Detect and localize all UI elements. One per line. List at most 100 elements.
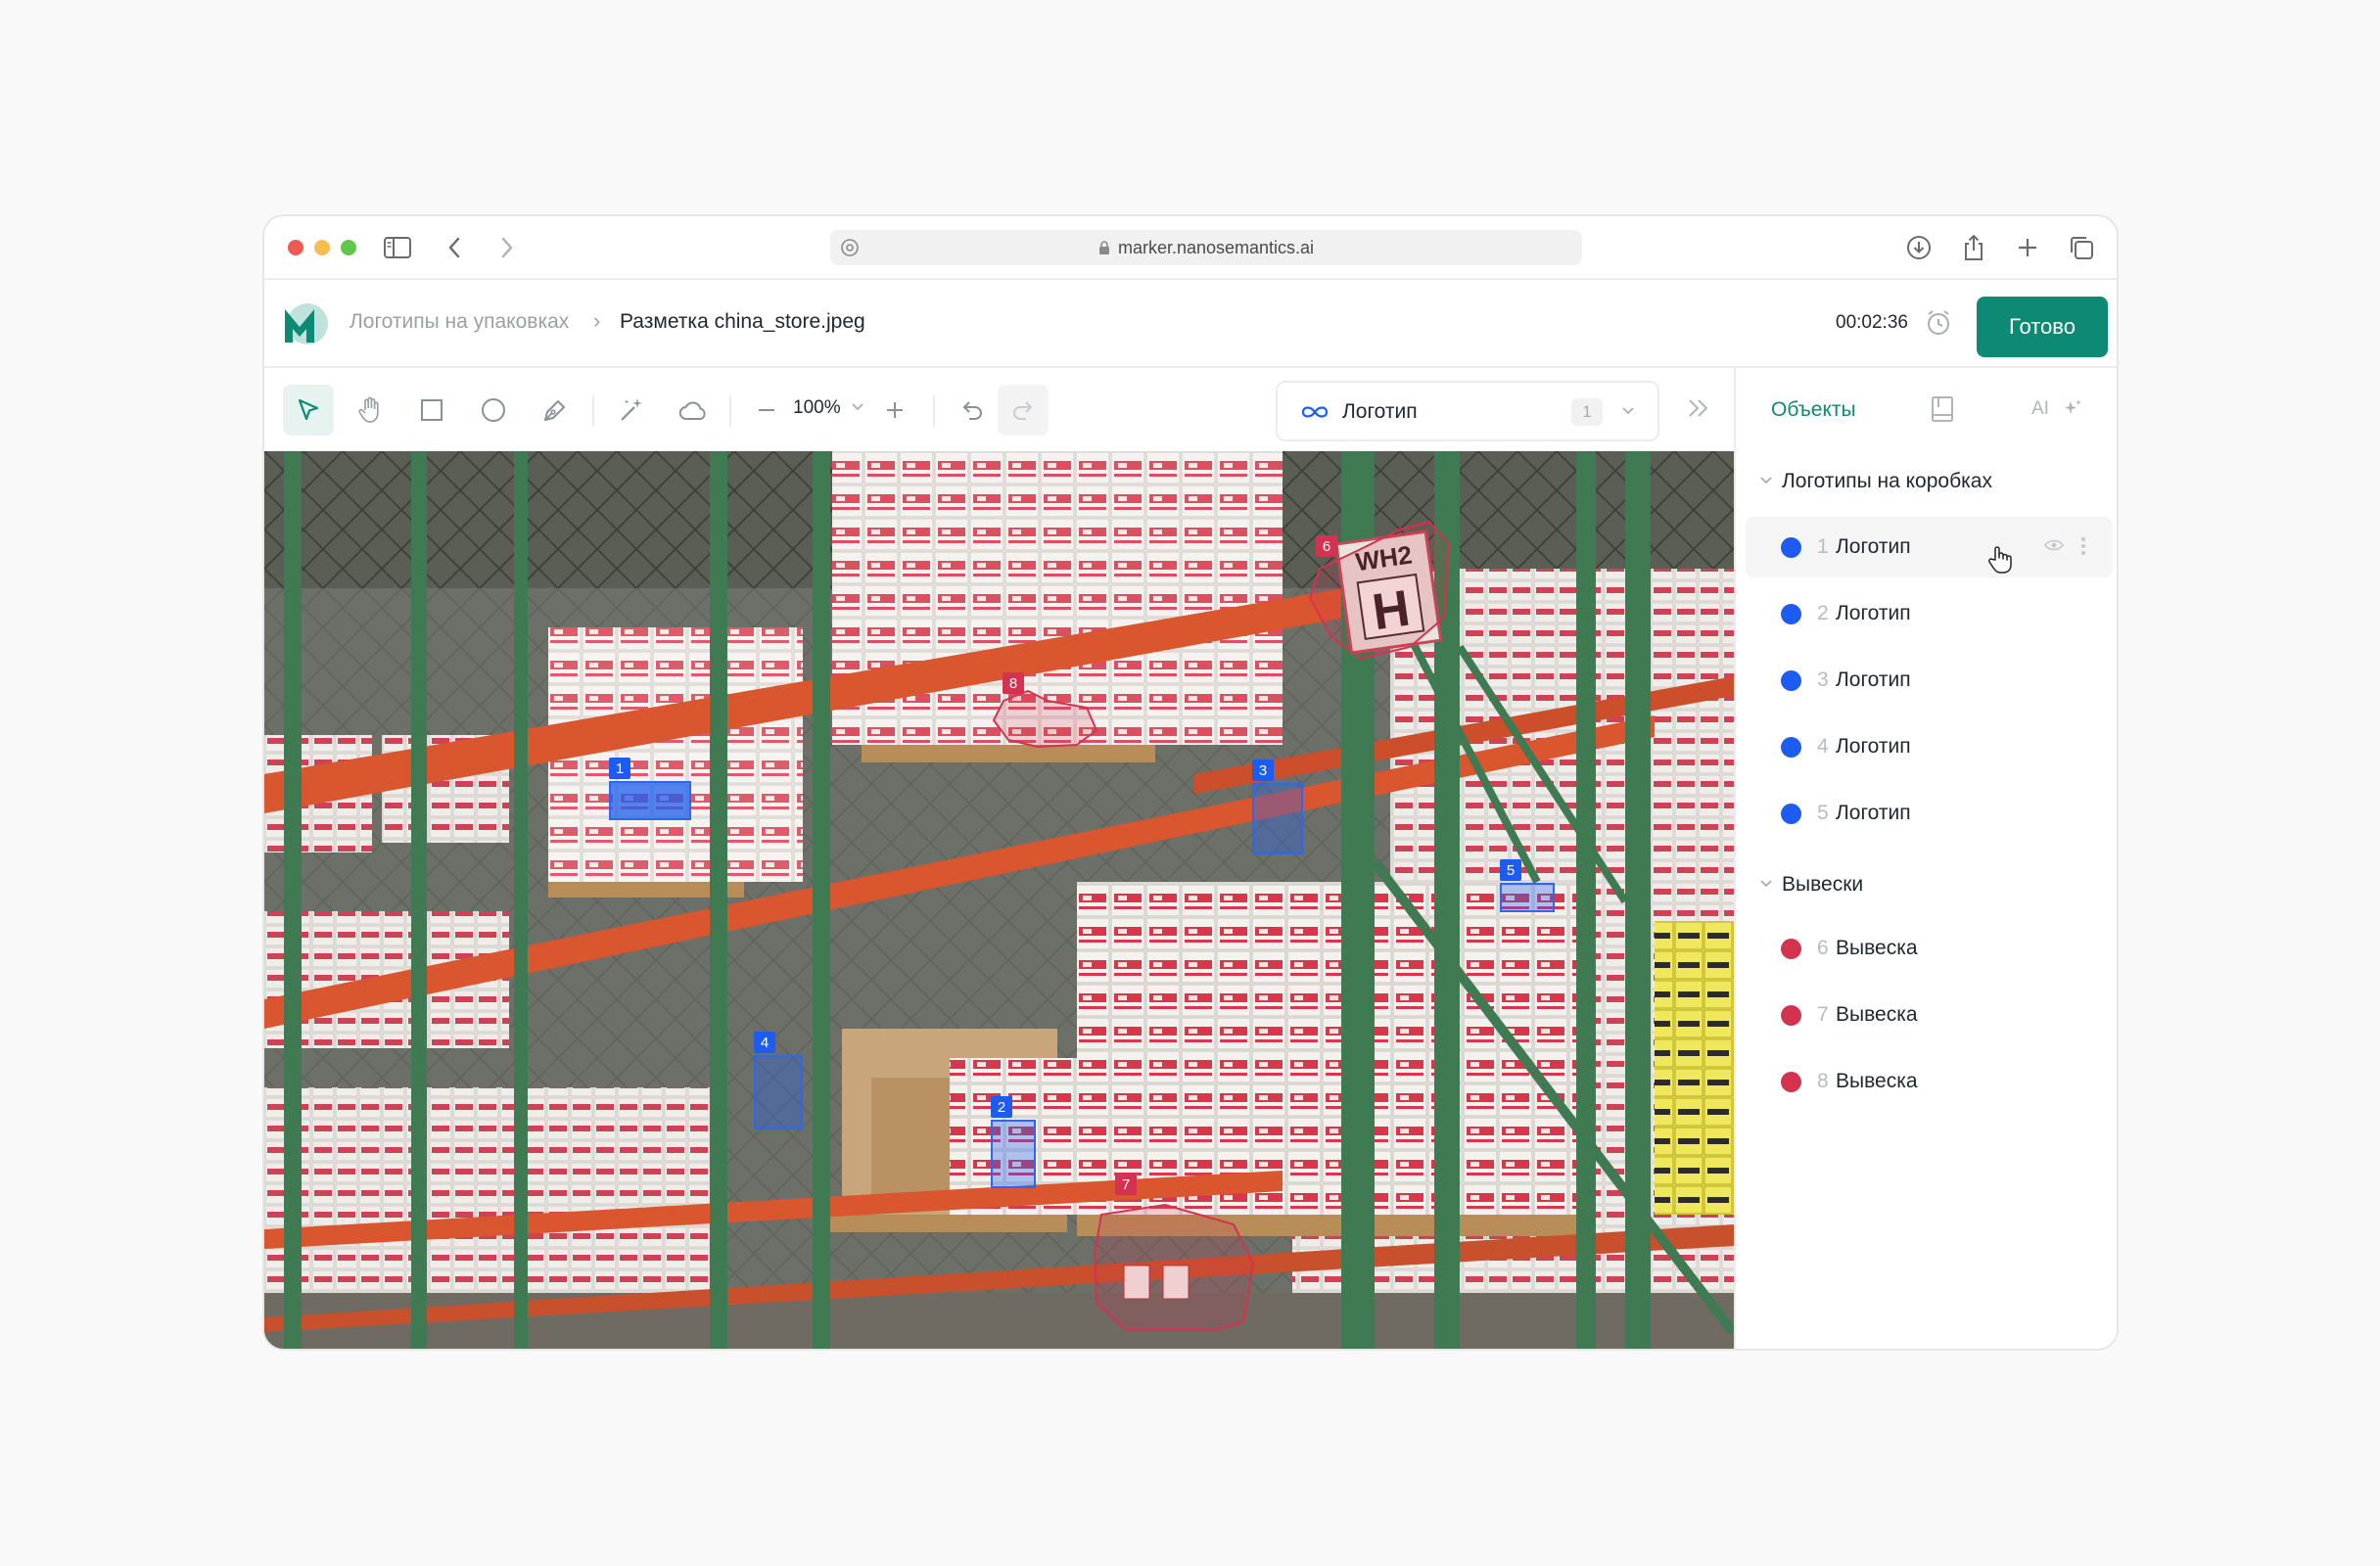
collapse-panel-icon[interactable] xyxy=(1686,395,1711,421)
object-item-4[interactable]: 4 Логотип xyxy=(1746,716,2113,777)
magic-wand-icon xyxy=(621,398,642,421)
url-text: marker.nanosemantics.ai xyxy=(1117,237,1315,257)
class-color-dot xyxy=(1781,1072,1801,1092)
class-color-dot xyxy=(1781,804,1801,824)
chevron-down-icon xyxy=(1760,880,1772,888)
toolbar-divider xyxy=(729,395,731,427)
redo-icon xyxy=(1013,401,1033,420)
class-selector-label: Логотип xyxy=(1342,400,1418,423)
eye-icon[interactable] xyxy=(2044,538,2064,552)
back-icon[interactable] xyxy=(439,232,470,263)
browser-toolbar: marker.nanosemantics.ai xyxy=(264,216,2117,280)
object-name: Вывеска xyxy=(1836,1070,1918,1092)
image-canvas[interactable]: WH2 H 1 2 3 4 5 6 7 8 xyxy=(264,451,1734,1349)
object-number: 8 xyxy=(1817,1070,1829,1092)
class-selector-count: 1 xyxy=(1571,398,1603,426)
annotation-toolbar: 100% Логотип 1 xyxy=(264,368,1734,451)
pen-tool-button[interactable] xyxy=(530,385,581,436)
object-name: Логотип xyxy=(1836,802,1911,824)
annotation-box-2[interactable] xyxy=(991,1120,1036,1188)
annotation-box-1[interactable] xyxy=(609,781,691,820)
objects-panel: Объекты AI Логотипы на коробках 1 Логоти… xyxy=(1734,368,2117,1349)
close-window-button[interactable] xyxy=(288,240,303,255)
group-logos[interactable]: Логотипы на коробках xyxy=(1736,462,2117,501)
tab-ai[interactable]: AI xyxy=(2031,398,2049,420)
forward-icon[interactable] xyxy=(491,232,523,263)
object-item-7[interactable]: 7 Вывеска xyxy=(1746,985,2113,1045)
mouse-pointer-icon xyxy=(1988,546,2012,574)
object-name: Логотип xyxy=(1836,668,1911,691)
minimize-window-button[interactable] xyxy=(314,240,330,255)
select-tool-button[interactable] xyxy=(283,385,334,436)
object-name: Вывеска xyxy=(1836,937,1918,959)
hand-icon xyxy=(358,396,379,423)
tab-objects[interactable]: Объекты xyxy=(1771,398,1856,422)
object-item-5[interactable]: 5 Логотип xyxy=(1746,783,2113,844)
book-icon[interactable] xyxy=(1930,395,1955,423)
object-number: 3 xyxy=(1817,668,1829,691)
group-name: Логотипы на коробках xyxy=(1782,470,1992,492)
rectangle-tool-button[interactable] xyxy=(406,385,457,436)
annotation-tag-8: 8 xyxy=(1003,672,1024,694)
site-settings-icon[interactable] xyxy=(840,238,860,257)
sidebar-toggle-icon[interactable] xyxy=(382,232,413,263)
object-item-6[interactable]: 6 Вывеска xyxy=(1746,918,2113,979)
ellipse-tool-button[interactable] xyxy=(468,385,519,436)
annotation-tag-4: 4 xyxy=(754,1032,775,1053)
object-item-3[interactable]: 3 Логотип xyxy=(1746,650,2113,711)
toolbar-divider xyxy=(592,395,594,427)
undo-button[interactable] xyxy=(947,385,998,436)
zoom-level[interactable]: 100% xyxy=(793,397,841,419)
chevron-down-icon xyxy=(1760,477,1772,484)
annotation-tag-7: 7 xyxy=(1115,1174,1137,1195)
rectangle-icon xyxy=(421,399,443,421)
share-icon[interactable] xyxy=(1958,232,1989,263)
annotation-box-3[interactable] xyxy=(1252,783,1303,854)
annotation-box-4[interactable] xyxy=(754,1055,803,1129)
object-name: Логотип xyxy=(1836,535,1911,558)
annotation-tag-2: 2 xyxy=(991,1096,1012,1118)
class-color-dot xyxy=(1781,537,1801,558)
cloud-tool-button[interactable] xyxy=(668,385,719,436)
address-bar[interactable]: marker.nanosemantics.ai xyxy=(830,230,1582,265)
object-item-2[interactable]: 2 Логотип xyxy=(1746,583,2113,644)
object-name: Логотип xyxy=(1836,735,1911,758)
panel-tabs: Объекты AI xyxy=(1736,368,2117,451)
hand-tool-button[interactable] xyxy=(345,385,396,436)
object-number: 2 xyxy=(1817,602,1829,624)
object-number: 7 xyxy=(1817,1003,1829,1026)
task-timer: 00:02:36 xyxy=(1836,312,1908,333)
breadcrumb-separator: › xyxy=(593,308,601,333)
object-number: 5 xyxy=(1817,802,1829,824)
timer-icon[interactable] xyxy=(1925,309,1952,337)
group-name: Вывески xyxy=(1782,873,1864,896)
annotation-tag-1: 1 xyxy=(609,758,630,779)
annotation-tag-6: 6 xyxy=(1316,535,1337,557)
minus-icon xyxy=(759,409,774,411)
app-logo[interactable] xyxy=(282,301,329,346)
new-tab-icon[interactable] xyxy=(2012,232,2043,263)
breadcrumb-project[interactable]: Логотипы на упаковках xyxy=(350,310,569,334)
object-item-1[interactable]: 1 Логотип xyxy=(1746,517,2113,577)
done-button[interactable]: Готово xyxy=(1977,297,2108,357)
chevron-down-icon[interactable] xyxy=(850,400,865,414)
tabs-overview-icon[interactable] xyxy=(2066,232,2097,263)
sparkle-icon xyxy=(2065,399,2081,414)
annotation-box-5[interactable] xyxy=(1500,883,1555,912)
downloads-icon[interactable] xyxy=(1903,232,1935,263)
browser-window: marker.nanosemantics.ai Логотипы на упак… xyxy=(262,214,2119,1351)
zoom-in-button[interactable] xyxy=(869,385,920,436)
object-number: 4 xyxy=(1817,735,1829,758)
class-selector[interactable]: Логотип 1 xyxy=(1276,381,1659,441)
object-name: Вывеска xyxy=(1836,1003,1918,1026)
object-item-8[interactable]: 8 Вывеска xyxy=(1746,1051,2113,1112)
zoom-out-button[interactable] xyxy=(741,385,792,436)
maximize-window-button[interactable] xyxy=(341,240,356,255)
magic-wand-tool-button[interactable] xyxy=(606,385,657,436)
infinity-icon xyxy=(1301,406,1329,418)
group-signs[interactable]: Вывески xyxy=(1736,865,2117,904)
undo-icon xyxy=(962,401,982,420)
redo-button[interactable] xyxy=(998,385,1049,436)
more-vertical-icon[interactable] xyxy=(2080,536,2086,556)
pen-icon xyxy=(544,400,565,421)
